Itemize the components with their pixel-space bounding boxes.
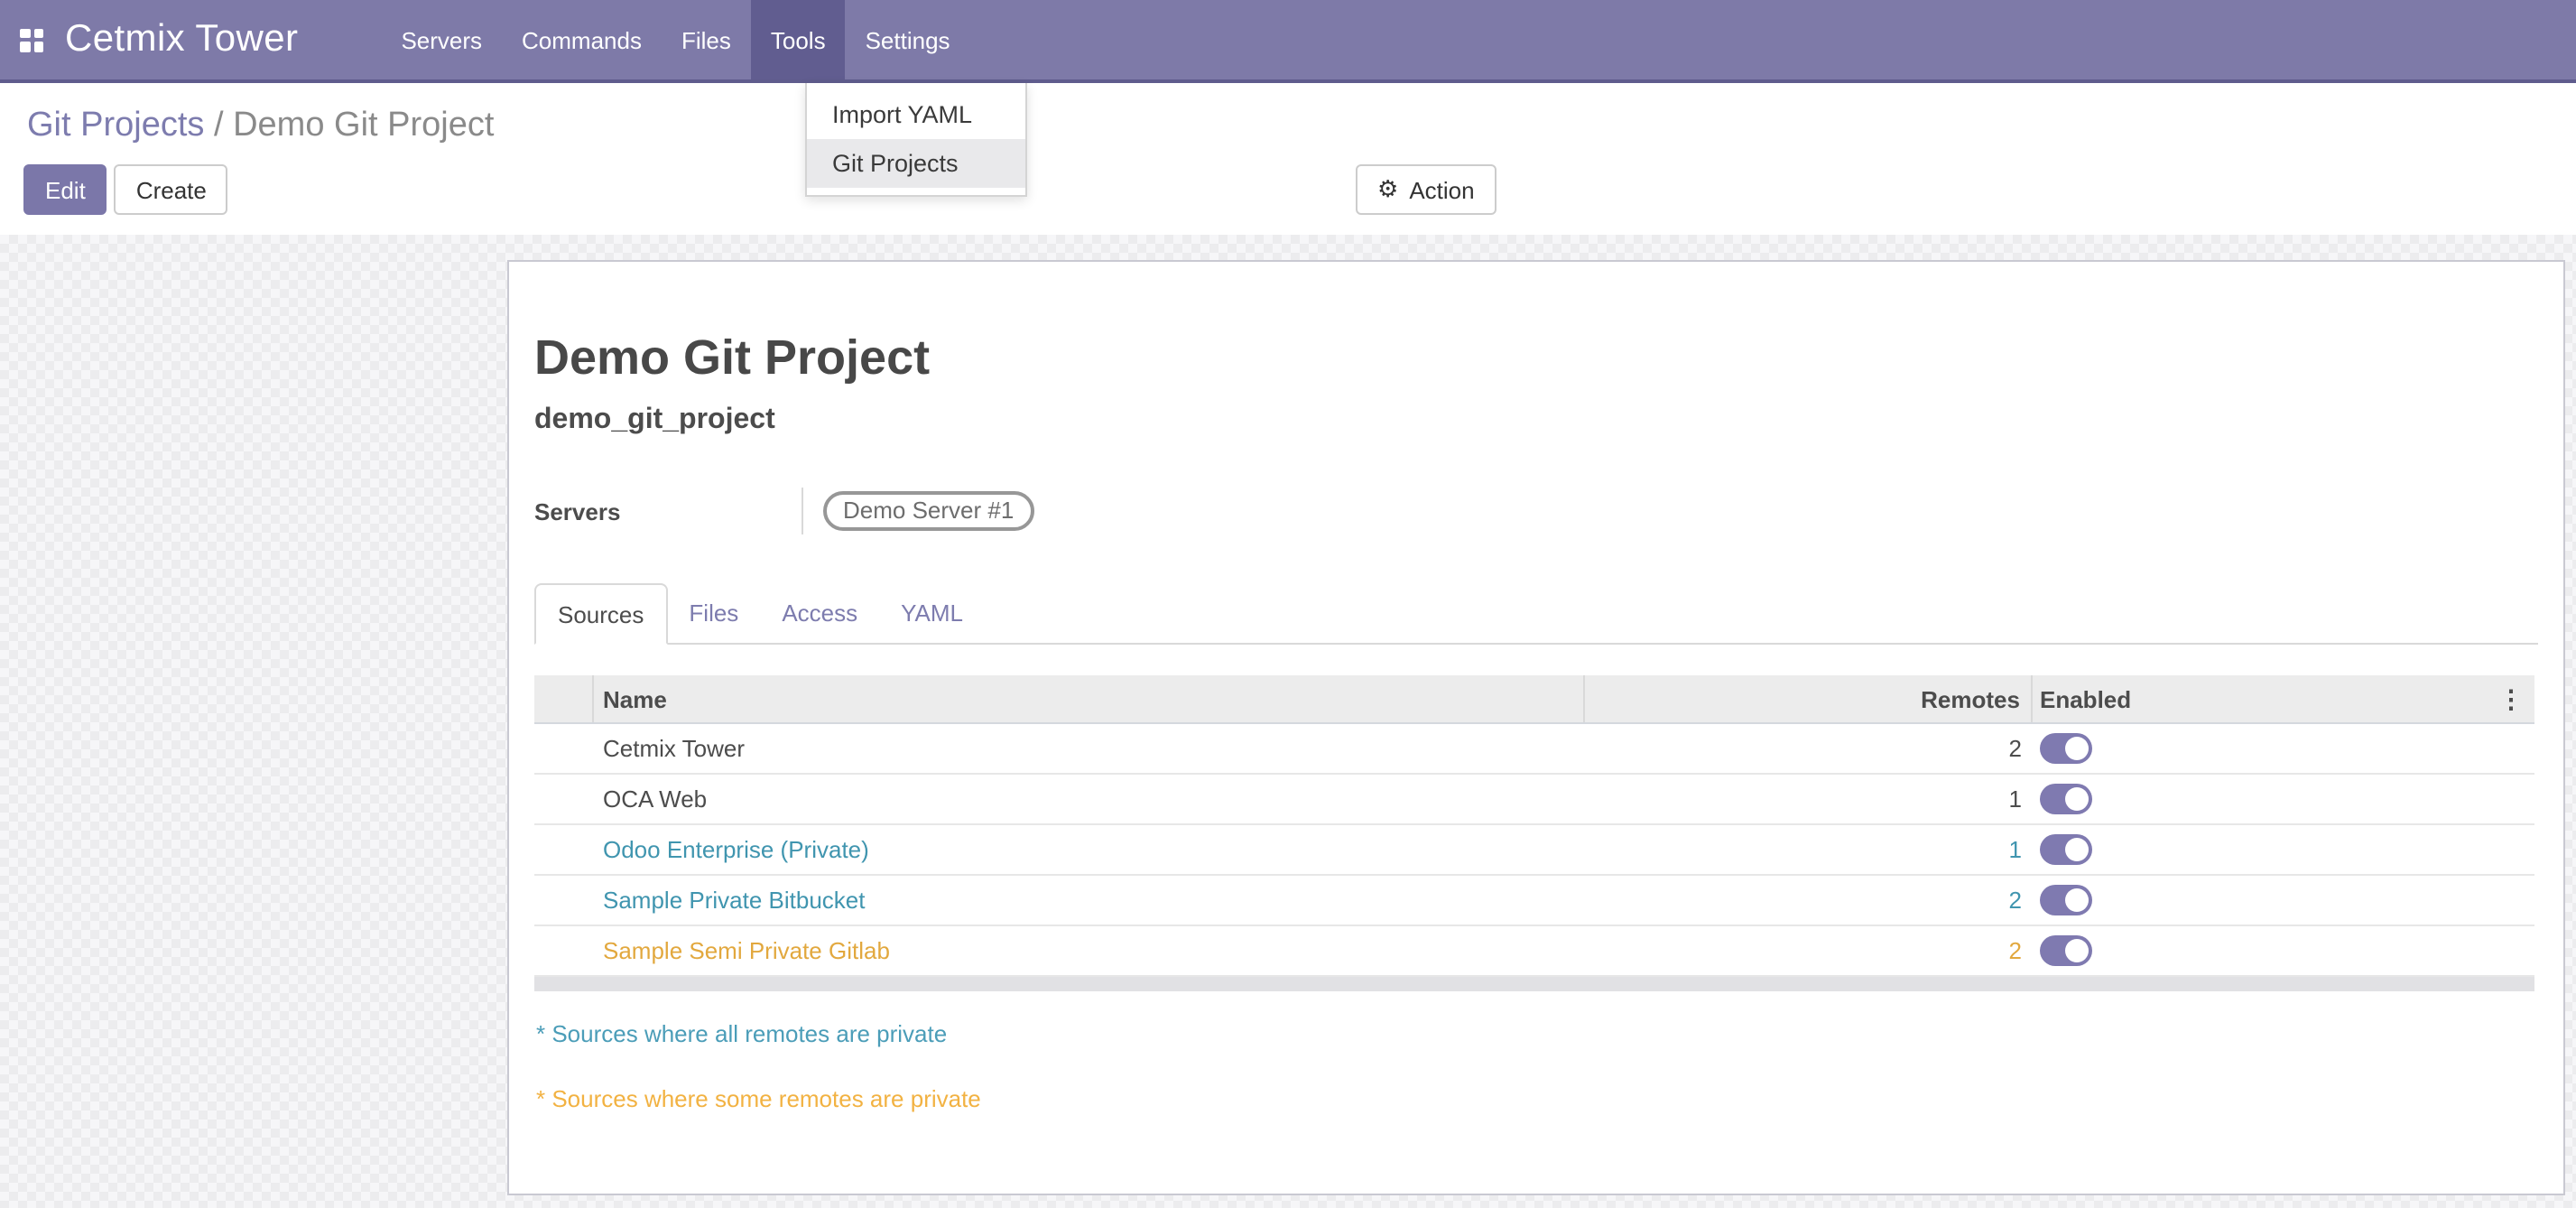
app-window: Cetmix Tower Servers Commands Files Tool… bbox=[0, 0, 2576, 1208]
content-background: Demo Git Project demo_git_project Server… bbox=[0, 235, 2576, 1208]
source-name: Cetmix Tower bbox=[594, 735, 1585, 762]
tab-sources[interactable]: Sources bbox=[534, 583, 667, 645]
source-name: OCA Web bbox=[594, 785, 1585, 813]
breadcrumb-parent-link[interactable]: Git Projects bbox=[27, 107, 204, 144]
create-button[interactable]: Create bbox=[115, 164, 228, 215]
nav-item-files[interactable]: Files bbox=[662, 0, 751, 79]
enabled-cell bbox=[2033, 885, 2534, 915]
sources-table: Name Remotes Enabled ⋮ Cetmix Tower 2 OC… bbox=[534, 675, 2534, 991]
table-row[interactable]: Sample Semi Private Gitlab 2 bbox=[534, 926, 2534, 977]
server-tag[interactable]: Demo Server #1 bbox=[823, 491, 1033, 531]
tab-files[interactable]: Files bbox=[667, 583, 760, 643]
action-button[interactable]: ⚙ Action bbox=[1356, 164, 1496, 215]
brand-title[interactable]: Cetmix Tower bbox=[65, 18, 298, 61]
edit-button[interactable]: Edit bbox=[23, 164, 107, 215]
enabled-toggle[interactable] bbox=[2040, 733, 2092, 764]
top-navbar: Cetmix Tower Servers Commands Files Tool… bbox=[0, 0, 2576, 83]
record-title: Demo Git Project bbox=[534, 330, 2538, 386]
enabled-cell bbox=[2033, 784, 2534, 814]
tab-access[interactable]: Access bbox=[760, 583, 879, 643]
table-row[interactable]: Cetmix Tower 2 bbox=[534, 724, 2534, 775]
source-name: Sample Semi Private Gitlab bbox=[594, 937, 1585, 964]
tools-dropdown-menu: Import YAML Git Projects bbox=[805, 83, 1027, 197]
servers-field-value: Demo Server #1 bbox=[802, 488, 1033, 534]
enabled-cell bbox=[2033, 733, 2534, 764]
source-name: Sample Private Bitbucket bbox=[594, 887, 1585, 914]
enabled-cell bbox=[2033, 935, 2534, 966]
tab-yaml[interactable]: YAML bbox=[879, 583, 985, 643]
enabled-cell bbox=[2033, 834, 2534, 865]
table-body: Cetmix Tower 2 OCA Web 1 Odoo Enterprise… bbox=[534, 724, 2534, 977]
main-menu: Servers Commands Files Tools Settings bbox=[381, 0, 969, 79]
control-panel: Git Projects / Demo Git Project Edit Cre… bbox=[0, 83, 2576, 235]
remotes-count: 2 bbox=[1585, 937, 2033, 964]
menu-item-import-yaml[interactable]: Import YAML bbox=[807, 90, 1025, 139]
servers-field-label: Servers bbox=[534, 488, 802, 534]
remotes-count: 1 bbox=[1585, 836, 2033, 863]
gear-icon: ⚙ bbox=[1377, 175, 1398, 204]
breadcrumb-current: Demo Git Project bbox=[233, 107, 494, 144]
enabled-toggle[interactable] bbox=[2040, 784, 2092, 814]
optional-columns-icon[interactable]: ⋮ bbox=[2493, 675, 2529, 724]
nav-item-commands[interactable]: Commands bbox=[502, 0, 662, 79]
table-header-enabled[interactable]: Enabled bbox=[2033, 675, 2534, 722]
footnote-all-private: * Sources where all remotes are private bbox=[536, 1020, 2538, 1047]
menu-item-git-projects[interactable]: Git Projects bbox=[807, 139, 1025, 188]
table-row[interactable]: OCA Web 1 bbox=[534, 775, 2534, 825]
remotes-count: 2 bbox=[1585, 735, 2033, 762]
nav-item-servers[interactable]: Servers bbox=[381, 0, 502, 79]
nav-item-settings[interactable]: Settings bbox=[846, 0, 970, 79]
table-header-name[interactable]: Name bbox=[594, 675, 1585, 722]
form-sheet: Demo Git Project demo_git_project Server… bbox=[507, 260, 2565, 1195]
remotes-count: 2 bbox=[1585, 887, 2033, 914]
nav-item-tools[interactable]: Tools bbox=[751, 0, 846, 79]
apps-grid-icon[interactable] bbox=[20, 28, 43, 51]
table-header-remotes[interactable]: Remotes bbox=[1585, 675, 2033, 722]
enabled-toggle[interactable] bbox=[2040, 834, 2092, 865]
source-name: Odoo Enterprise (Private) bbox=[594, 836, 1585, 863]
action-button-label: Action bbox=[1409, 176, 1474, 203]
table-row[interactable]: Sample Private Bitbucket 2 bbox=[534, 876, 2534, 926]
remotes-count: 1 bbox=[1585, 785, 2033, 813]
enabled-toggle[interactable] bbox=[2040, 885, 2092, 915]
breadcrumb-separator: / bbox=[204, 107, 233, 144]
servers-field: Servers Demo Server #1 bbox=[534, 488, 2538, 534]
record-subtitle: demo_git_project bbox=[534, 404, 2538, 437]
table-row[interactable]: Odoo Enterprise (Private) 1 bbox=[534, 825, 2534, 876]
table-header-row: Name Remotes Enabled ⋮ bbox=[534, 675, 2534, 724]
table-header-rownum bbox=[534, 675, 594, 722]
control-panel-buttons: Edit Create bbox=[23, 164, 228, 215]
enabled-toggle[interactable] bbox=[2040, 935, 2092, 966]
footnote-semi-private: * Sources where some remotes are private bbox=[536, 1085, 2538, 1112]
breadcrumb: Git Projects / Demo Git Project bbox=[0, 83, 2576, 146]
notebook-tabs: Sources Files Access YAML bbox=[534, 583, 2538, 645]
table-footer-strip bbox=[534, 977, 2534, 991]
